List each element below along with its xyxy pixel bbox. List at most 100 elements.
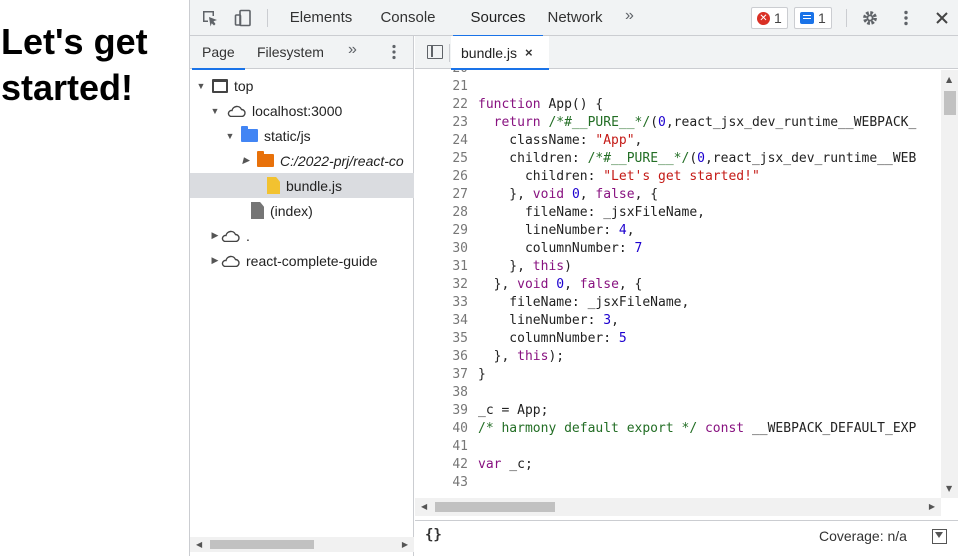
kebab-menu-icon[interactable]: [896, 8, 916, 28]
editor-vertical-scrollbar[interactable]: ▲ ▼: [941, 70, 958, 498]
line-number[interactable]: 40: [415, 420, 468, 438]
line-number[interactable]: 39: [415, 402, 468, 420]
line-number[interactable]: 41: [415, 438, 468, 456]
tree-item-label: top: [234, 77, 254, 94]
tree-item-label: react-complete-guide: [246, 252, 378, 269]
line-source: _c = App;: [478, 403, 549, 418]
tree-item-index[interactable]: (index): [190, 198, 414, 223]
scrollbar-thumb[interactable]: [210, 540, 314, 549]
collapsed-arrow-icon[interactable]: ▶: [241, 155, 251, 166]
collapsed-arrow-icon[interactable]: ▶: [210, 230, 220, 241]
tree-item-static-js[interactable]: ▼ static/js: [190, 123, 414, 148]
line-number[interactable]: 32: [415, 276, 468, 294]
scrollbar-thumb[interactable]: [435, 502, 555, 512]
scrollbar-thumb[interactable]: [944, 91, 956, 115]
line-number[interactable]: 28: [415, 204, 468, 222]
line-number[interactable]: 26: [415, 168, 468, 186]
inspect-element-icon[interactable]: [200, 8, 220, 28]
tree-item-label: bundle.js: [286, 177, 343, 194]
line-number[interactable]: 36: [415, 348, 468, 366]
tree-item-react-complete-guide[interactable]: ▶ react-complete-guide: [190, 248, 414, 273]
tab-network[interactable]: Network: [536, 0, 614, 36]
line-source: children: /*#__PURE__*/(0,react_jsx_dev_…: [478, 151, 917, 166]
tree-item-label: localhost:3000: [252, 102, 343, 119]
error-icon: ✕: [757, 11, 770, 25]
more-tabs-icon[interactable]: »: [625, 7, 634, 25]
more-navigator-tabs-icon[interactable]: »: [348, 41, 357, 59]
expand-arrow-icon[interactable]: ▼: [225, 131, 235, 141]
line-number[interactable]: 35: [415, 330, 468, 348]
tree-item-dot[interactable]: ▶ .: [190, 223, 414, 248]
navigator-menu-icon[interactable]: [384, 42, 404, 62]
scroll-down-icon[interactable]: ▼: [946, 484, 952, 493]
editor-tab-bundle-js[interactable]: bundle.js ×: [451, 36, 549, 70]
tab-filesystem[interactable]: Filesystem: [257, 36, 324, 69]
line-number[interactable]: 43: [415, 474, 468, 492]
error-counter-button[interactable]: ✕ 1: [751, 7, 788, 29]
line-number[interactable]: 42: [415, 456, 468, 474]
sources-navigator: Page Filesystem » ▼ top ▼ localhost:3000…: [190, 36, 414, 556]
line-number[interactable]: 30: [415, 240, 468, 258]
line-source: }, void 0, false, {: [478, 277, 643, 292]
message-counter-button[interactable]: 1: [794, 7, 832, 29]
collapsed-arrow-icon[interactable]: ▶: [210, 255, 220, 266]
line-source: var _c;: [478, 457, 533, 472]
line-number[interactable]: 37: [415, 366, 468, 384]
line-number[interactable]: 27: [415, 186, 468, 204]
line-number[interactable]: 25: [415, 150, 468, 168]
frame-icon: [212, 78, 228, 93]
coverage-drawer-icon[interactable]: [932, 529, 947, 544]
line-number[interactable]: 31: [415, 258, 468, 276]
gear-icon[interactable]: [860, 8, 880, 28]
line-number[interactable]: 20: [415, 70, 468, 78]
editor-tab-strip: bundle.js ×: [415, 36, 958, 70]
device-toolbar-icon[interactable]: [233, 8, 253, 28]
toggle-navigator-icon[interactable]: [427, 45, 443, 59]
tree-item-project-folder[interactable]: ▶ C:/2022-prj/react-co: [190, 148, 414, 173]
line-number[interactable]: 38: [415, 384, 468, 402]
file-icon: [267, 177, 280, 194]
tree-item-localhost[interactable]: ▼ localhost:3000: [190, 98, 414, 123]
line-number[interactable]: 34: [415, 312, 468, 330]
tab-console[interactable]: Console: [368, 0, 448, 36]
line-source: function App() {: [478, 97, 604, 112]
close-tab-icon[interactable]: ×: [525, 45, 533, 60]
tree-item-top[interactable]: ▼ top: [190, 73, 414, 98]
scroll-up-icon[interactable]: ▲: [946, 75, 952, 84]
line-number[interactable]: 33: [415, 294, 468, 312]
scroll-left-icon[interactable]: ◀: [196, 540, 202, 549]
line-source: columnNumber: 7: [478, 241, 643, 256]
line-number[interactable]: 29: [415, 222, 468, 240]
toolbar-divider: [846, 9, 847, 27]
scroll-left-icon[interactable]: ◀: [421, 502, 427, 511]
code-area[interactable]: 202122 function App() { 23 return /*#__PUR…: [415, 70, 941, 498]
tab-elements[interactable]: Elements: [279, 0, 363, 36]
line-number[interactable]: 21: [415, 78, 468, 96]
scroll-right-icon[interactable]: ▶: [402, 540, 408, 549]
pretty-print-button[interactable]: {}: [425, 527, 442, 543]
file-icon: [251, 202, 264, 219]
message-icon: [800, 12, 814, 24]
editor-horizontal-scrollbar[interactable]: ◀ ▶: [415, 498, 941, 516]
inspected-page: Let's get started!: [0, 0, 189, 556]
scroll-right-icon[interactable]: ▶: [929, 502, 935, 511]
tree-item-bundle-js[interactable]: bundle.js: [190, 173, 414, 198]
line-number[interactable]: 23: [415, 114, 468, 132]
tree-item-label: (index): [270, 202, 313, 219]
expand-arrow-icon[interactable]: ▼: [196, 81, 206, 91]
navigator-horizontal-scrollbar[interactable]: ◀ ▶: [190, 537, 414, 552]
line-number[interactable]: 22: [415, 96, 468, 114]
line-source: children: "Let's get started!": [478, 169, 760, 184]
tab-sources[interactable]: Sources: [453, 0, 543, 37]
close-icon[interactable]: [932, 8, 952, 28]
line-source: }, this): [478, 259, 572, 274]
editor-tab-label: bundle.js: [461, 44, 518, 61]
line-number[interactable]: 24: [415, 132, 468, 150]
coverage-status: Coverage: n/a: [819, 528, 907, 544]
tab-page[interactable]: Page: [192, 36, 245, 70]
line-source: }, this);: [478, 349, 565, 364]
line-source: return /*#__PURE__*/(0,react_jsx_dev_run…: [493, 115, 917, 130]
expand-arrow-icon[interactable]: ▼: [210, 106, 220, 116]
tree-item-label: static/js: [264, 127, 311, 144]
line-source: }: [478, 367, 486, 382]
